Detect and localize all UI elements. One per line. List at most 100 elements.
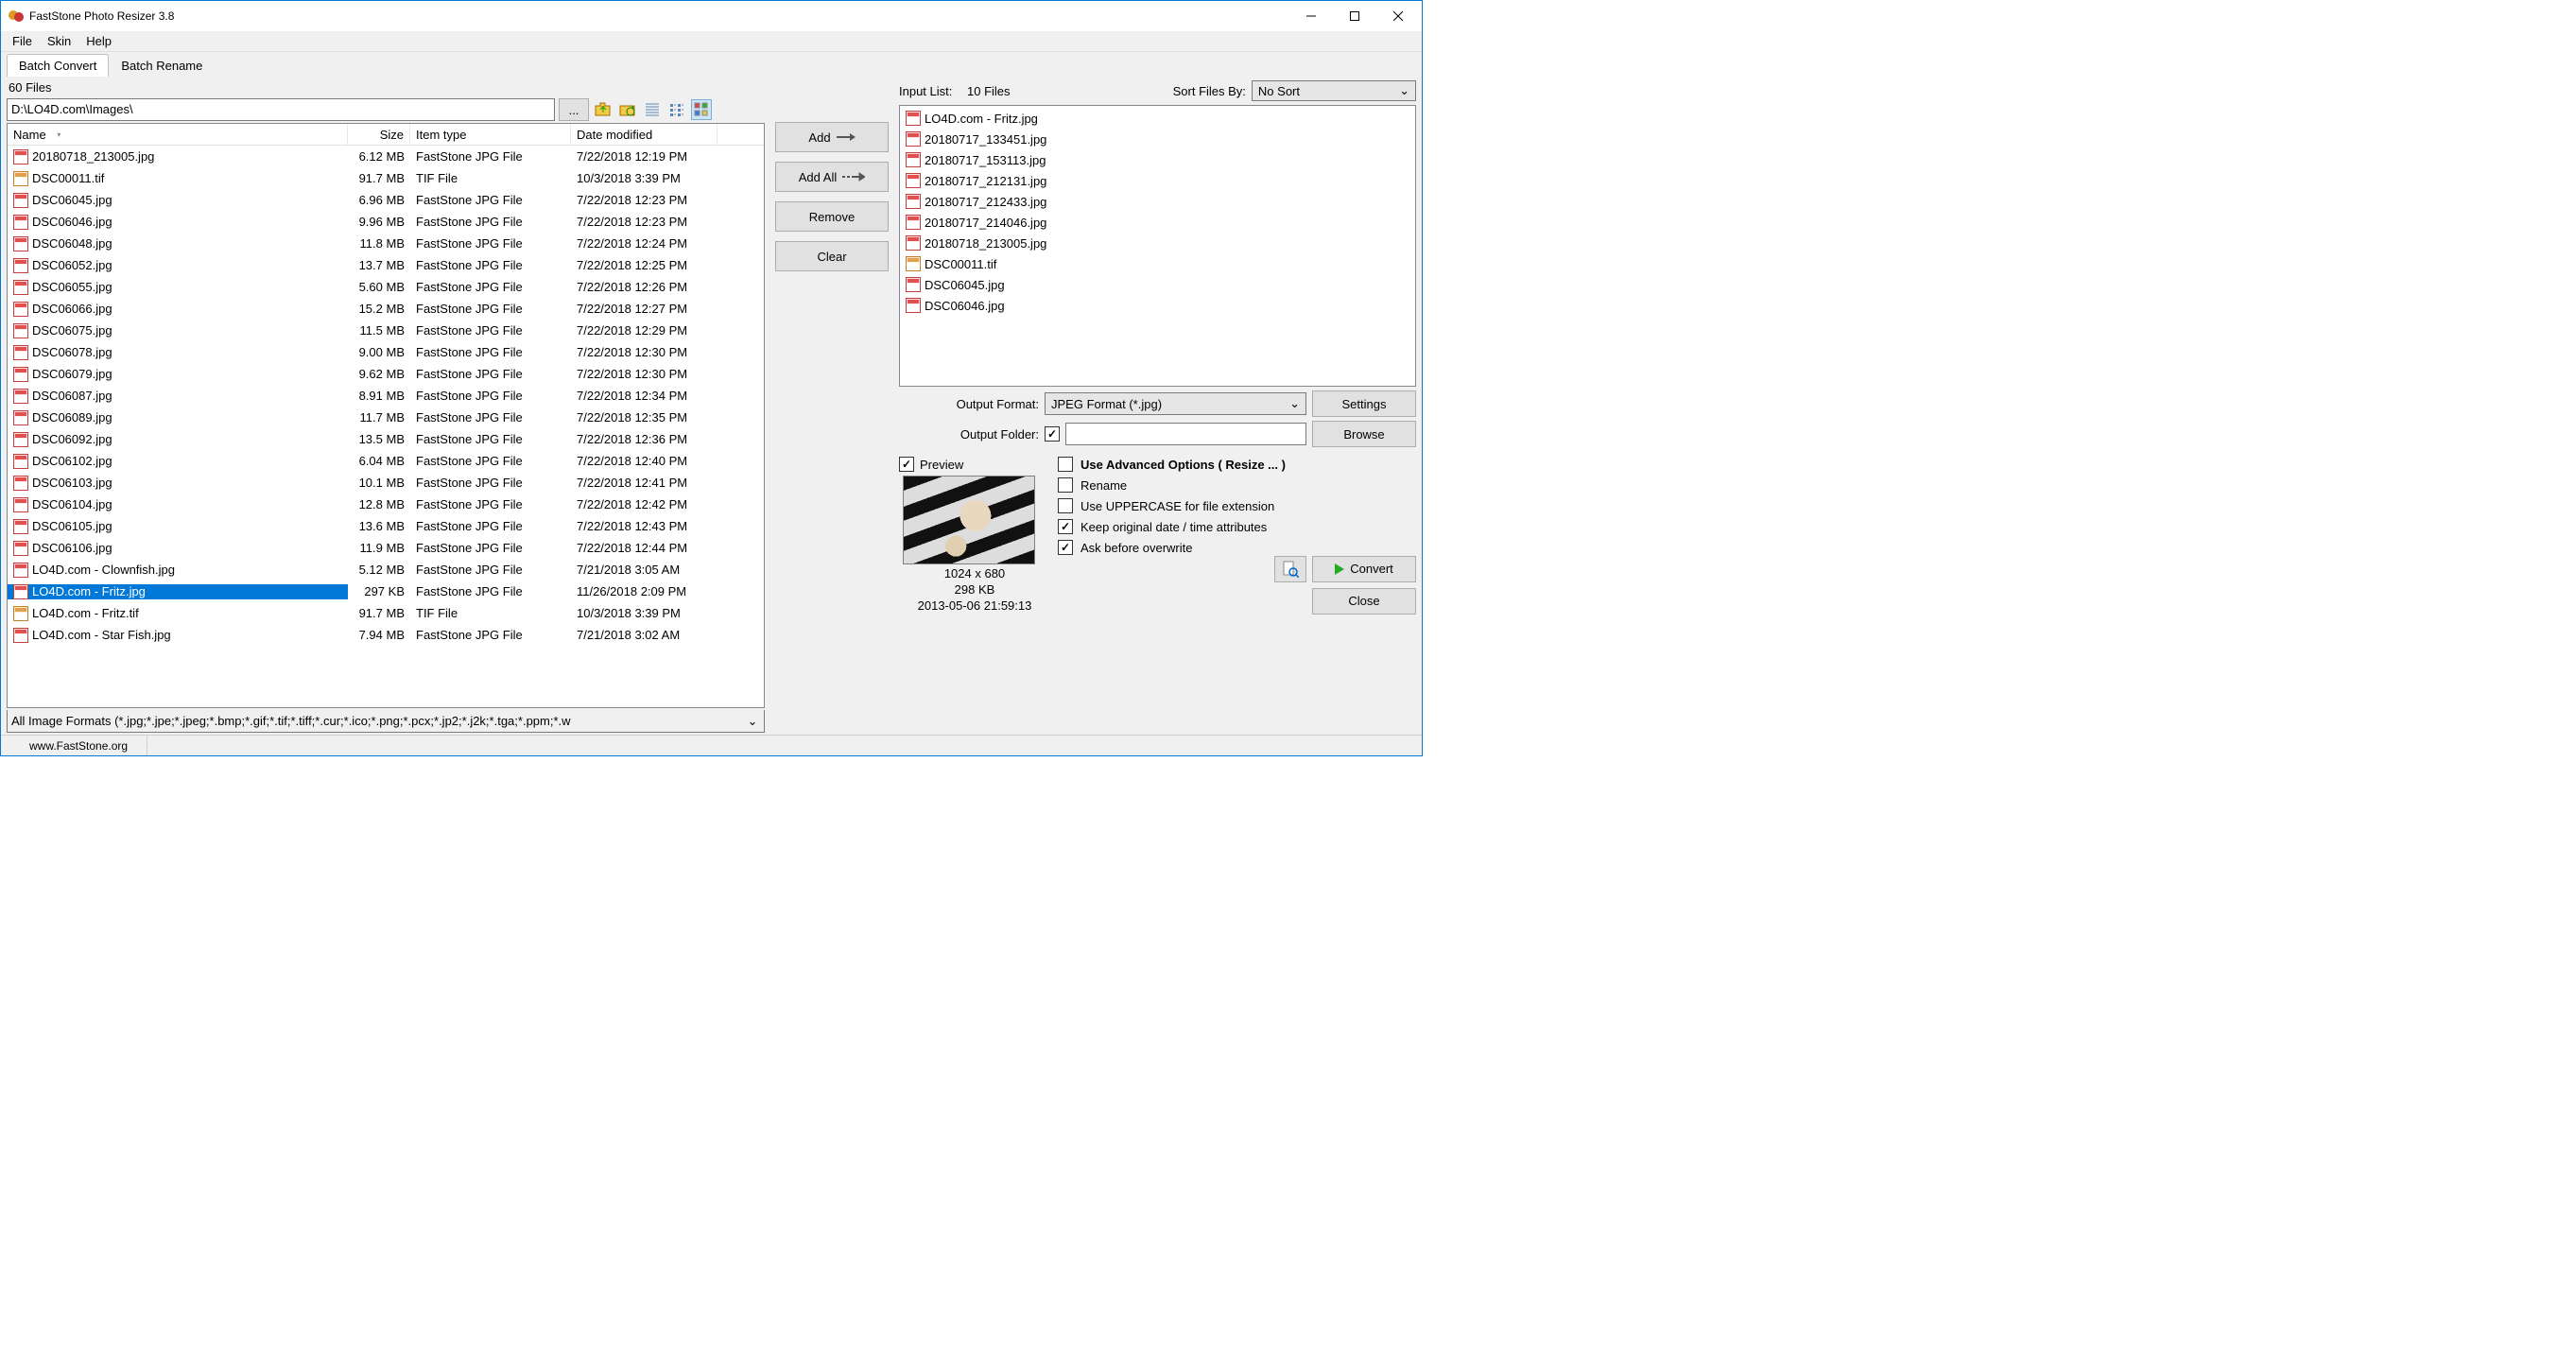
column-name[interactable]: Name ▾ <box>8 124 348 145</box>
output-folder-checkbox[interactable] <box>1045 426 1060 442</box>
file-row[interactable]: LO4D.com - Star Fish.jpg7.94 MBFastStone… <box>8 624 764 646</box>
file-row[interactable]: LO4D.com - Clownfish.jpg5.12 MBFastStone… <box>8 559 764 581</box>
clear-button[interactable]: Clear <box>775 241 889 271</box>
file-type-filter[interactable]: All Image Formats (*.jpg;*.jpe;*.jpeg;*.… <box>7 710 765 733</box>
preview-meta: 1024 x 680 298 KB 2013-05-06 21:59:13 <box>899 566 1050 615</box>
askoverwrite-checkbox[interactable] <box>1058 540 1073 555</box>
file-date: 7/22/2018 12:41 PM <box>571 476 717 490</box>
convert-button[interactable]: Convert <box>1312 556 1416 582</box>
output-folder-row: Output Folder: Browse <box>899 421 1416 447</box>
file-row[interactable]: DSC06045.jpg6.96 MBFastStone JPG File7/2… <box>8 189 764 211</box>
menu-help[interactable]: Help <box>78 31 119 51</box>
input-list-item[interactable]: DSC06045.jpg <box>904 274 1411 295</box>
file-row[interactable]: DSC06066.jpg15.2 MBFastStone JPG File7/2… <box>8 298 764 320</box>
file-row[interactable]: DSC06104.jpg12.8 MBFastStone JPG File7/2… <box>8 494 764 515</box>
input-list-count: 10 Files <box>967 84 1011 98</box>
file-row[interactable]: DSC06052.jpg13.7 MBFastStone JPG File7/2… <box>8 254 764 276</box>
file-row[interactable]: DSC06105.jpg13.6 MBFastStone JPG File7/2… <box>8 515 764 537</box>
rename-label: Rename <box>1081 478 1127 493</box>
titlebar: FastStone Photo Resizer 3.8 <box>1 1 1422 31</box>
path-toolbar: D:\LO4D.com\Images\ ... <box>7 98 765 121</box>
input-list-item[interactable]: DSC00011.tif <box>904 253 1411 274</box>
input-list-item[interactable]: 20180717_133451.jpg <box>904 129 1411 149</box>
minimize-button[interactable] <box>1289 2 1333 30</box>
keepdate-row: Keep original date / time attributes <box>1058 519 1286 534</box>
askoverwrite-row: Ask before overwrite <box>1058 540 1286 555</box>
file-size: 9.96 MB <box>348 215 410 229</box>
input-list-item[interactable]: 20180717_153113.jpg <box>904 149 1411 170</box>
file-row[interactable]: DSC06055.jpg5.60 MBFastStone JPG File7/2… <box>8 276 764 298</box>
file-row[interactable]: DSC06092.jpg13.5 MBFastStone JPG File7/2… <box>8 428 764 450</box>
input-list[interactable]: LO4D.com - Fritz.jpg 20180717_133451.jpg 2… <box>899 105 1416 387</box>
file-row[interactable]: DSC06075.jpg11.5 MBFastStone JPG File7/2… <box>8 320 764 341</box>
file-row[interactable]: DSC06087.jpg8.91 MBFastStone JPG File7/2… <box>8 385 764 407</box>
file-row[interactable]: DSC06048.jpg11.8 MBFastStone JPG File7/2… <box>8 233 764 254</box>
refresh-folder-icon[interactable] <box>617 99 638 120</box>
menu-file[interactable]: File <box>5 31 40 51</box>
file-row[interactable]: 20180718_213005.jpg6.12 MBFastStone JPG … <box>8 146 764 167</box>
maximize-button[interactable] <box>1333 2 1376 30</box>
file-row[interactable]: DSC00011.tif91.7 MBTIF File10/3/2018 3:3… <box>8 167 764 189</box>
file-row[interactable]: DSC06046.jpg9.96 MBFastStone JPG File7/2… <box>8 211 764 233</box>
output-folder-input[interactable] <box>1065 423 1306 445</box>
preview-settings-button[interactable] <box>1274 556 1306 582</box>
view-list-icon[interactable] <box>666 99 687 120</box>
input-list-item[interactable]: 20180717_214046.jpg <box>904 212 1411 233</box>
file-type: FastStone JPG File <box>410 497 571 511</box>
file-row[interactable]: DSC06103.jpg10.1 MBFastStone JPG File7/2… <box>8 472 764 494</box>
tab-batch-rename[interactable]: Batch Rename <box>109 54 215 77</box>
view-details-icon[interactable] <box>642 99 663 120</box>
sort-by-select[interactable]: No Sort⌄ <box>1252 80 1416 101</box>
add-all-button[interactable]: Add All <box>775 162 889 192</box>
file-name: DSC06066.jpg <box>32 302 112 316</box>
chevron-down-icon: ⌄ <box>1399 83 1409 98</box>
rename-checkbox[interactable] <box>1058 477 1073 493</box>
file-date: 7/22/2018 12:26 PM <box>571 280 717 294</box>
file-size: 13.5 MB <box>348 432 410 446</box>
output-format-select[interactable]: JPEG Format (*.jpg)⌄ <box>1045 392 1306 415</box>
preview-toggle-row: Preview <box>899 457 1050 472</box>
add-button[interactable]: Add <box>775 122 889 152</box>
file-list-body[interactable]: 20180718_213005.jpg6.12 MBFastStone JPG … <box>8 146 764 707</box>
input-item-name: 20180717_153113.jpg <box>925 153 1046 167</box>
settings-button[interactable]: Settings <box>1312 390 1416 417</box>
file-type: FastStone JPG File <box>410 149 571 164</box>
input-item-name: 20180717_133451.jpg <box>925 132 1046 147</box>
file-name: DSC06079.jpg <box>32 367 112 381</box>
preview-checkbox[interactable] <box>899 457 914 472</box>
close-panel-button[interactable]: Close <box>1312 588 1416 615</box>
input-list-item[interactable]: 20180717_212433.jpg <box>904 191 1411 212</box>
input-list-item[interactable]: 20180717_212131.jpg <box>904 170 1411 191</box>
menu-skin[interactable]: Skin <box>40 31 78 51</box>
keepdate-checkbox[interactable] <box>1058 519 1073 534</box>
close-button[interactable] <box>1376 2 1420 30</box>
file-row[interactable]: LO4D.com - Fritz.jpg297 KBFastStone JPG … <box>8 581 764 602</box>
status-url[interactable]: www.FastStone.org <box>29 736 147 755</box>
folder-up-icon[interactable] <box>593 99 614 120</box>
remove-button[interactable]: Remove <box>775 201 889 232</box>
browse-output-button[interactable]: Browse <box>1312 421 1416 447</box>
uppercase-checkbox[interactable] <box>1058 498 1073 513</box>
output-folder-label: Output Folder: <box>899 427 1039 442</box>
column-size[interactable]: Size <box>348 124 410 145</box>
file-row[interactable]: DSC06106.jpg11.9 MBFastStone JPG File7/2… <box>8 537 764 559</box>
options-column: Use Advanced Options ( Resize ... ) Rena… <box>1058 457 1286 615</box>
view-thumbnails-icon[interactable] <box>691 99 712 120</box>
file-row[interactable]: DSC06078.jpg9.00 MBFastStone JPG File7/2… <box>8 341 764 363</box>
file-row[interactable]: DSC06089.jpg11.7 MBFastStone JPG File7/2… <box>8 407 764 428</box>
file-type: TIF File <box>410 171 571 185</box>
preview-column: Preview 1024 x 680 298 KB 2013-05-06 21:… <box>899 457 1050 615</box>
input-list-item[interactable]: DSC06046.jpg <box>904 295 1411 316</box>
column-date[interactable]: Date modified <box>571 124 717 145</box>
file-row[interactable]: LO4D.com - Fritz.tif91.7 MBTIF File10/3/… <box>8 602 764 624</box>
column-type[interactable]: Item type <box>410 124 571 145</box>
path-input[interactable]: D:\LO4D.com\Images\ <box>7 98 555 121</box>
file-row[interactable]: DSC06079.jpg9.62 MBFastStone JPG File7/2… <box>8 363 764 385</box>
browse-path-button[interactable]: ... <box>559 98 589 121</box>
file-date: 7/22/2018 12:23 PM <box>571 193 717 207</box>
input-list-item[interactable]: 20180718_213005.jpg <box>904 233 1411 253</box>
file-row[interactable]: DSC06102.jpg6.04 MBFastStone JPG File7/2… <box>8 450 764 472</box>
advanced-options-checkbox[interactable] <box>1058 457 1073 472</box>
tab-batch-convert[interactable]: Batch Convert <box>7 54 109 77</box>
input-list-item[interactable]: LO4D.com - Fritz.jpg <box>904 108 1411 129</box>
